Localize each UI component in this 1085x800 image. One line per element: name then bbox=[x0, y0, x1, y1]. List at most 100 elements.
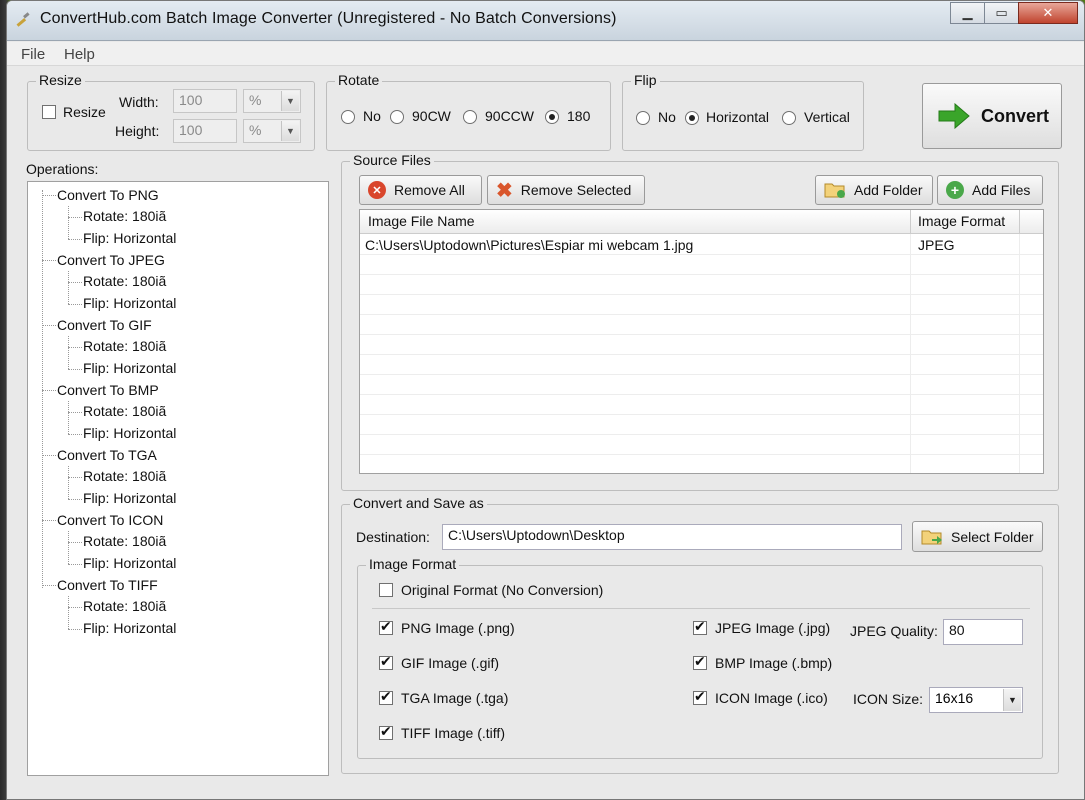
rotate-legend: Rotate bbox=[335, 72, 383, 88]
select-folder-button[interactable]: Select Folder bbox=[912, 521, 1043, 552]
flip-vertical-label: Vertical bbox=[804, 109, 850, 125]
file-format-cell: JPEG bbox=[918, 237, 955, 253]
tree-node-jpeg[interactable]: Convert To JPEG bbox=[57, 252, 165, 268]
file-name-cell: C:\Users\Uptodown\Pictures\Espiar mi web… bbox=[365, 237, 694, 253]
column-header-file-name[interactable]: Image File Name bbox=[368, 213, 475, 229]
width-label: Width: bbox=[119, 94, 159, 110]
caption-buttons: ▁ ▭ ✕ bbox=[950, 2, 1078, 24]
column-header-format[interactable]: Image Format bbox=[918, 213, 1005, 229]
tree-child-flip[interactable]: Flip: Horizontal bbox=[83, 360, 176, 376]
jpeg-quality-input[interactable]: 80 bbox=[943, 619, 1023, 645]
close-icon[interactable]: ✕ bbox=[1018, 2, 1078, 24]
convert-button[interactable]: Convert bbox=[922, 83, 1062, 149]
tree-child-flip[interactable]: Flip: Horizontal bbox=[83, 555, 176, 571]
add-folder-label: Add Folder bbox=[854, 182, 923, 198]
add-files-button[interactable]: + Add Files bbox=[937, 175, 1043, 205]
flip-group: Flip No Horizontal Vertical bbox=[622, 72, 864, 151]
rotate-no-radio[interactable] bbox=[341, 110, 355, 124]
remove-selected-button[interactable]: ✖ Remove Selected bbox=[487, 175, 645, 205]
original-format-label: Original Format (No Conversion) bbox=[401, 582, 604, 598]
rotate-90cw-radio[interactable] bbox=[390, 110, 404, 124]
icon-size-label: ICON Size: bbox=[853, 691, 924, 707]
tree-node-gif[interactable]: Convert To GIF bbox=[57, 317, 152, 333]
menu-bar: File Help bbox=[7, 42, 1084, 66]
resize-group: Resize Resize Width: 100 % ▼ Height: 100… bbox=[27, 72, 315, 151]
tiff-checkbox[interactable] bbox=[379, 724, 393, 740]
remove-circle-icon: ✕ bbox=[368, 181, 386, 199]
tree-node-tiff[interactable]: Convert To TIFF bbox=[57, 577, 158, 593]
icon-size-value: 16x16 bbox=[935, 690, 974, 706]
flip-horizontal-radio[interactable] bbox=[685, 111, 699, 125]
arrow-right-icon bbox=[938, 103, 970, 129]
height-input[interactable]: 100 bbox=[173, 119, 237, 143]
icon-size-select[interactable]: 16x16 ▼ bbox=[929, 687, 1023, 713]
tree-node-png[interactable]: Convert To PNG bbox=[57, 187, 159, 203]
table-row[interactable]: C:\Users\Uptodown\Pictures\Espiar mi web… bbox=[360, 235, 1043, 255]
title-bar: ConvertHub.com Batch Image Converter (Un… bbox=[7, 1, 1084, 41]
add-folder-button[interactable]: Add Folder bbox=[815, 175, 933, 205]
resize-checkbox[interactable] bbox=[42, 105, 56, 119]
tiff-label: TIFF Image (.tiff) bbox=[401, 725, 505, 741]
jpeg-quality-label: JPEG Quality: bbox=[850, 623, 938, 639]
gif-label: GIF Image (.gif) bbox=[401, 655, 500, 671]
flip-no-label: No bbox=[658, 109, 676, 125]
source-files-list[interactable]: Image File Name Image Format C:\Users\Up… bbox=[359, 209, 1044, 474]
bmp-checkbox[interactable] bbox=[693, 654, 707, 670]
width-unit-select[interactable]: % ▼ bbox=[243, 89, 301, 113]
tree-node-icon[interactable]: Convert To ICON bbox=[57, 512, 163, 528]
tree-child-rotate[interactable]: Rotate: 180iã bbox=[83, 403, 166, 419]
original-format-checkbox[interactable] bbox=[379, 583, 393, 597]
rotate-no-label: No bbox=[363, 108, 381, 124]
tga-label: TGA Image (.tga) bbox=[401, 690, 509, 706]
width-input[interactable]: 100 bbox=[173, 89, 237, 113]
rotate-180-radio[interactable] bbox=[545, 110, 559, 124]
flip-vertical-radio[interactable] bbox=[782, 111, 796, 125]
app-icon bbox=[16, 12, 30, 27]
save-legend: Convert and Save as bbox=[350, 495, 487, 511]
rotate-90cw-label: 90CW bbox=[412, 108, 451, 124]
minimize-icon[interactable]: ▁ bbox=[950, 2, 985, 24]
tree-child-flip[interactable]: Flip: Horizontal bbox=[83, 425, 176, 441]
ico-label: ICON Image (.ico) bbox=[715, 690, 828, 706]
resize-checkbox-label: Resize bbox=[63, 104, 106, 120]
rotate-90ccw-radio[interactable] bbox=[463, 110, 477, 124]
tree-child-rotate[interactable]: Rotate: 180iã bbox=[83, 338, 166, 354]
tree-child-rotate[interactable]: Rotate: 180iã bbox=[83, 273, 166, 289]
remove-x-icon: ✖ bbox=[496, 179, 513, 202]
jpeg-checkbox[interactable] bbox=[693, 619, 707, 635]
tree-child-rotate[interactable]: Rotate: 180iã bbox=[83, 208, 166, 224]
chevron-down-icon: ▼ bbox=[281, 91, 299, 111]
png-label: PNG Image (.png) bbox=[401, 620, 515, 636]
tree-child-rotate[interactable]: Rotate: 180iã bbox=[83, 533, 166, 549]
flip-no-radio[interactable] bbox=[636, 111, 650, 125]
tga-checkbox[interactable] bbox=[379, 689, 393, 705]
png-checkbox[interactable] bbox=[379, 619, 393, 635]
tree-node-bmp[interactable]: Convert To BMP bbox=[57, 382, 159, 398]
height-unit-value: % bbox=[249, 122, 262, 138]
tree-child-flip[interactable]: Flip: Horizontal bbox=[83, 490, 176, 506]
tree-node-tga[interactable]: Convert To TGA bbox=[57, 447, 157, 463]
chevron-down-icon: ▼ bbox=[1003, 689, 1021, 711]
tree-child-flip[interactable]: Flip: Horizontal bbox=[83, 230, 176, 246]
chevron-down-icon: ▼ bbox=[281, 121, 299, 141]
menu-file[interactable]: File bbox=[21, 46, 45, 63]
menu-help[interactable]: Help bbox=[64, 46, 95, 63]
window-title: ConvertHub.com Batch Image Converter (Un… bbox=[40, 10, 617, 27]
ico-checkbox[interactable] bbox=[693, 689, 707, 705]
resize-legend: Resize bbox=[36, 72, 85, 88]
operations-tree[interactable]: Convert To PNG Rotate: 180iã Flip: Horiz… bbox=[27, 181, 329, 776]
tree-child-flip[interactable]: Flip: Horizontal bbox=[83, 620, 176, 636]
tree-child-rotate[interactable]: Rotate: 180iã bbox=[83, 468, 166, 484]
height-unit-select[interactable]: % ▼ bbox=[243, 119, 301, 143]
gif-checkbox[interactable] bbox=[379, 654, 393, 670]
rotate-90ccw-label: 90CCW bbox=[485, 108, 535, 124]
remove-all-button[interactable]: ✕ Remove All bbox=[359, 175, 482, 205]
width-unit-value: % bbox=[249, 92, 262, 108]
tree-child-flip[interactable]: Flip: Horizontal bbox=[83, 295, 176, 311]
tree-child-rotate[interactable]: Rotate: 180iã bbox=[83, 598, 166, 614]
remove-all-label: Remove All bbox=[394, 182, 465, 198]
jpeg-label: JPEG Image (.jpg) bbox=[715, 620, 831, 636]
rotate-group: Rotate No 90CW 90CCW 180 bbox=[326, 72, 611, 151]
maximize-icon[interactable]: ▭ bbox=[984, 2, 1019, 24]
destination-input[interactable]: C:\Users\Uptodown\Desktop bbox=[442, 524, 902, 550]
